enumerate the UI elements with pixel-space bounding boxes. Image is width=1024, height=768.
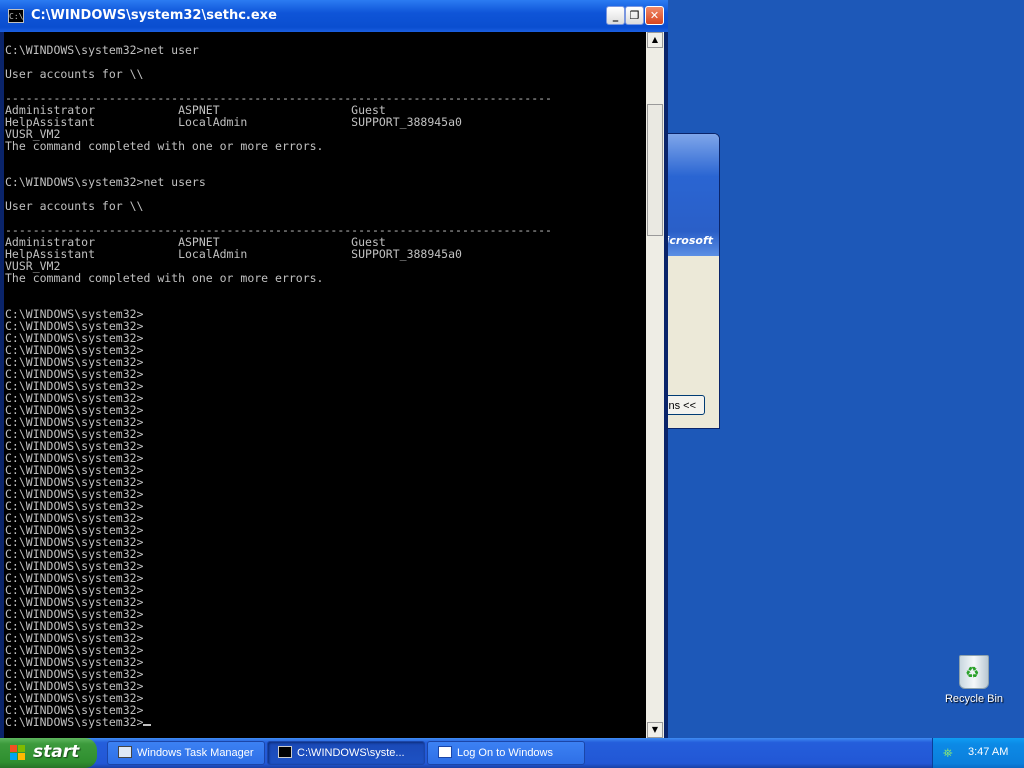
- restore-button[interactable]: ❐: [625, 6, 644, 25]
- network-icon[interactable]: ⛯: [943, 746, 959, 760]
- console-window[interactable]: C:\ C:\WINDOWS\system32\sethc.exe _ ❐ ✕ C:…: [0, 0, 668, 740]
- console-icon: [278, 746, 292, 758]
- task-manager-icon: [118, 746, 132, 758]
- text-cursor: [143, 724, 152, 726]
- task-log-on-to-windows[interactable]: Log On to Windows: [427, 741, 585, 765]
- clock[interactable]: 3:47 AM: [968, 746, 1008, 758]
- recycle-bin-label: Recycle Bin: [944, 693, 1004, 705]
- task-windows-task-manager[interactable]: Windows Task Manager: [107, 741, 265, 765]
- task-label: Log On to Windows: [457, 747, 553, 759]
- start-button[interactable]: start: [0, 738, 97, 768]
- console-output-text: C:\WINDOWS\system32>net user User accoun…: [5, 43, 552, 729]
- window-icon: [438, 746, 452, 758]
- taskbar: start Windows Task Manager C:\WINDOWS\sy…: [0, 738, 1024, 768]
- minimize-button[interactable]: _: [606, 6, 625, 25]
- task-console[interactable]: C:\WINDOWS\syste...: [267, 741, 425, 765]
- console-output-area[interactable]: C:\WINDOWS\system32>net user User accoun…: [4, 32, 646, 738]
- windows-flag-icon: [10, 745, 26, 761]
- scroll-up-arrow-icon[interactable]: ▲: [647, 32, 663, 48]
- window-title: C:\WINDOWS\system32\sethc.exe: [31, 8, 277, 23]
- console-icon: C:\: [8, 9, 24, 23]
- task-label: C:\WINDOWS\syste...: [297, 747, 405, 759]
- scrollbar-thumb[interactable]: [647, 104, 663, 236]
- recycle-bin-icon: ♻: [959, 655, 989, 689]
- system-tray: ⛯ 3:47 AM: [932, 738, 1024, 768]
- console-titlebar[interactable]: C:\ C:\WINDOWS\system32\sethc.exe _ ❐ ✕: [0, 0, 668, 32]
- close-button[interactable]: ✕: [645, 6, 664, 25]
- vertical-scrollbar[interactable]: ▲ ▼: [646, 32, 664, 738]
- scroll-down-arrow-icon[interactable]: ▼: [647, 722, 663, 738]
- task-label: Windows Task Manager: [137, 747, 254, 759]
- start-label: start: [33, 742, 80, 762]
- recycle-bin[interactable]: ♻ Recycle Bin: [942, 655, 1006, 705]
